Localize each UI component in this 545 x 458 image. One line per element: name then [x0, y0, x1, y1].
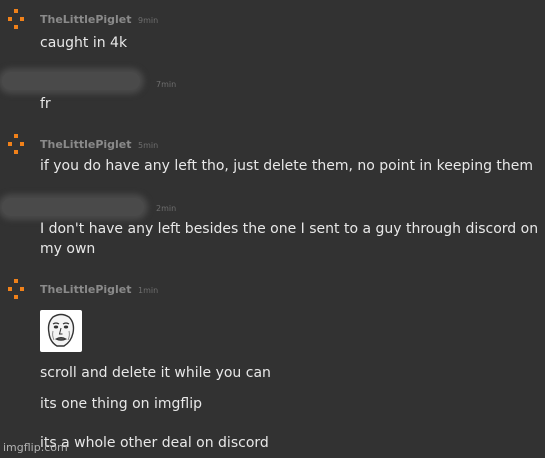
redacted-username	[2, 198, 144, 216]
comment-timestamp: 5min	[138, 141, 159, 150]
rage-face-icon	[47, 313, 75, 347]
comment: TheLittlePiglet 5min if you do have any …	[0, 125, 545, 185]
imgflip-watermark: imgflip.com	[3, 441, 68, 454]
user-avatar-icon[interactable]	[8, 279, 28, 303]
comment-text: its a whole other deal on discord	[40, 435, 269, 451]
comment-username[interactable]: TheLittlePiglet	[40, 283, 132, 296]
comment: 2min I don't have any left besides the o…	[0, 190, 545, 270]
redacted-username	[2, 72, 140, 90]
comment-text: I don't have any left besides the one I …	[40, 221, 539, 257]
comment: 7min fr	[0, 60, 545, 120]
comment-text: if you do have any left tho, just delete…	[40, 158, 534, 174]
user-avatar-icon[interactable]	[8, 9, 28, 33]
comment-text: its one thing on imgflip	[40, 396, 202, 412]
comment-timestamp: 7min	[156, 80, 177, 89]
comment-text: fr	[40, 96, 51, 112]
comment: TheLittlePiglet 9min caught in 4k	[0, 0, 545, 60]
comment-username[interactable]: TheLittlePiglet	[40, 13, 132, 26]
comment-text: caught in 4k	[40, 35, 128, 51]
comment-text: scroll and delete it while you can	[40, 365, 271, 381]
meme-image[interactable]	[40, 310, 82, 352]
comment-timestamp: 2min	[156, 204, 177, 213]
comment-timestamp: 9min	[138, 16, 159, 25]
comment-timestamp: 1min	[138, 286, 159, 295]
comment: TheLittlePiglet 1min scroll and delete i…	[0, 270, 545, 458]
user-avatar-icon[interactable]	[8, 134, 28, 158]
comment-username[interactable]: TheLittlePiglet	[40, 138, 132, 151]
